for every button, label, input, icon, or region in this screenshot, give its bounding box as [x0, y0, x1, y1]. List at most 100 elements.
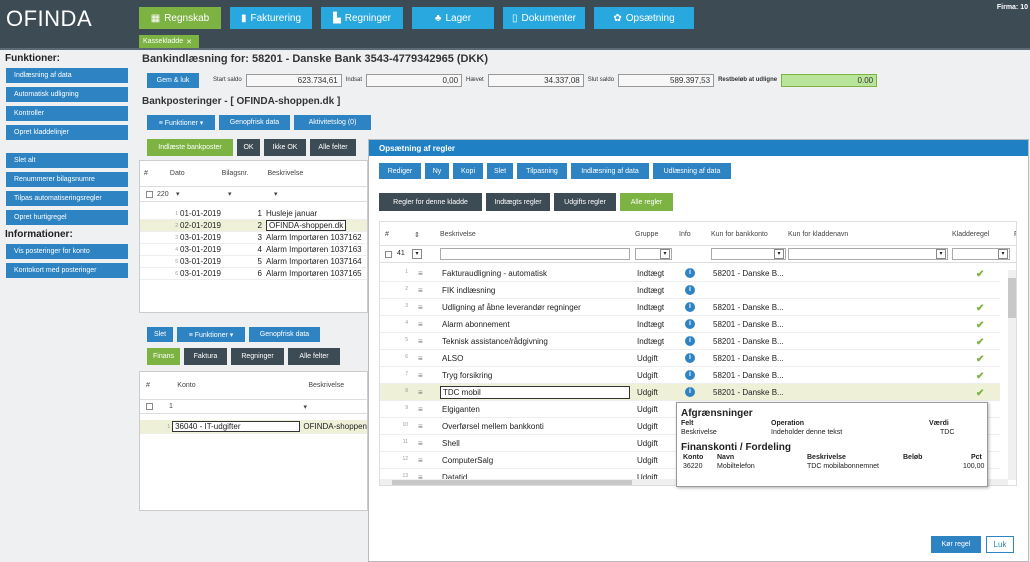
info-icon[interactable]: i: [685, 268, 695, 278]
nav-regnskab[interactable]: ▦ Regnskab: [139, 7, 221, 29]
select-all-checkbox[interactable]: [385, 251, 392, 258]
rule-row[interactable]: 6 ≡ ALSO Udgift i 58201 - Danske B... ✔: [380, 350, 1000, 367]
rule-row[interactable]: 4 ≡ Alarm abonnement Indtægt i 58201 - Danske…: [380, 316, 1000, 333]
tab-indlaeste-bankposter[interactable]: Indlæste bankposter: [147, 139, 233, 156]
info-icon[interactable]: i: [685, 302, 695, 312]
koer-regel-button[interactable]: Kør regel: [931, 536, 981, 553]
tab-regler-kladde[interactable]: Regler for denne kladde: [379, 193, 482, 211]
tab-faktura[interactable]: Faktura: [184, 348, 227, 365]
col-gruppe[interactable]: Gruppe: [635, 231, 658, 238]
scrollbar-thumb[interactable]: [392, 480, 632, 485]
col-kladderegel[interactable]: Kladderegel: [952, 231, 989, 238]
rediger-button[interactable]: Rediger: [379, 163, 421, 179]
rule-row[interactable]: 5 ≡ Teknisk assistance/rådgivning Indtægt i 5…: [380, 333, 1000, 350]
drag-handle-icon[interactable]: ≡: [418, 303, 423, 312]
sort-dropdown[interactable]: ▾: [412, 249, 422, 259]
rule-row[interactable]: 8 ≡ TDC mobil Udgift i 58201 - Danske B... ✔: [380, 384, 1000, 401]
col-dato[interactable]: Dato: [170, 170, 222, 177]
nav-regninger[interactable]: ▙ Regninger: [321, 7, 403, 29]
konto-filter[interactable]: ▾: [185, 403, 315, 411]
sidebar-item-indlaesning[interactable]: Indlæsning af data: [6, 68, 128, 83]
tab-ikke-ok[interactable]: Ikke OK: [264, 139, 306, 156]
gem-luk-button[interactable]: Gem & luk: [147, 72, 199, 88]
select-all-checkbox[interactable]: [146, 403, 153, 410]
col-kun-kladdenavn[interactable]: Kun for kladdenavn: [788, 231, 848, 238]
nav-lager[interactable]: ♣ Lager: [412, 7, 494, 29]
indlaesning-data-button[interactable]: Indlæsning af data: [571, 163, 649, 179]
beskrivelse-filter[interactable]: ▾: [270, 190, 350, 198]
tab-ok[interactable]: OK: [237, 139, 260, 156]
tab-regninger[interactable]: Regninger: [231, 348, 284, 365]
info-icon[interactable]: i: [685, 387, 695, 397]
info-icon[interactable]: i: [685, 353, 695, 363]
sidebar-item-kontroller[interactable]: Kontroller: [6, 106, 128, 121]
select-all-checkbox[interactable]: [146, 190, 153, 198]
sidebar-item-vis-posteringer[interactable]: Vis posteringer for konto: [6, 244, 128, 259]
col-beskrivelse[interactable]: Beskrivelse: [267, 170, 367, 177]
info-icon[interactable]: i: [685, 370, 695, 380]
drag-handle-icon[interactable]: ≡: [418, 269, 423, 278]
lower-funktioner-dropdown[interactable]: ≡ Funktioner ▾: [177, 327, 245, 342]
drag-handle-icon[interactable]: ≡: [418, 286, 423, 295]
luk-button[interactable]: Luk: [986, 536, 1014, 553]
drag-handle-icon[interactable]: ≡: [418, 405, 423, 414]
rule-row[interactable]: 1 ≡ Fakturaudligning - automatisk Indtægt i 5…: [380, 265, 1000, 282]
dato-filter[interactable]: ▾: [172, 190, 224, 198]
sidebar-item-opret-kladdelinjer[interactable]: Opret kladdelinjer: [6, 125, 128, 140]
drag-handle-icon[interactable]: ≡: [418, 371, 423, 380]
drag-handle-icon[interactable]: ≡: [418, 439, 423, 448]
drag-handle-icon[interactable]: ≡: [418, 422, 423, 431]
sidebar-item-renummerer[interactable]: Renummerer bilagsnumre: [6, 172, 128, 187]
app-logo[interactable]: OFINDA: [6, 6, 92, 32]
drag-handle-icon[interactable]: ≡: [418, 320, 423, 329]
slet-rule-button[interactable]: Slet: [487, 163, 513, 179]
kopi-button[interactable]: Kopi: [453, 163, 483, 179]
tab-alle-felter[interactable]: Alle felter: [310, 139, 356, 156]
genopfrisk-button[interactable]: Genopfrisk data: [219, 115, 290, 130]
table-row[interactable]: 3 03-01-2019 3 Alarm Importøren 1037162: [140, 232, 367, 244]
bilag-filter[interactable]: ▾: [224, 190, 270, 198]
col-konto[interactable]: Konto: [177, 382, 308, 389]
col-bilag[interactable]: Bilagsnr.: [222, 170, 268, 177]
drag-handle-icon[interactable]: ≡: [418, 337, 423, 346]
slet-button[interactable]: Slet: [147, 327, 173, 342]
kladdenavn-filter-dropdown[interactable]: ▾: [936, 249, 946, 259]
tilpasning-button[interactable]: Tilpasning: [517, 163, 567, 179]
udlaesning-data-button[interactable]: Udlæsning af data: [653, 163, 731, 179]
sidebar-item-tilpas-regler[interactable]: Tilpas automatiseringsregler: [6, 191, 128, 206]
tab-lower-alle-felter[interactable]: Alle felter: [288, 348, 340, 365]
ny-button[interactable]: Ny: [425, 163, 449, 179]
sidebar-item-kontokort[interactable]: Kontokort med posteringer: [6, 263, 128, 278]
row-konto-edit[interactable]: 36040 - IT-udgifter: [172, 421, 301, 432]
sidebar-item-slet-alt[interactable]: Slet alt: [6, 153, 128, 168]
rule-row[interactable]: 2 ≡ FIK indlæsning Indtægt i: [380, 282, 1000, 299]
kladderegel-filter-dropdown[interactable]: ▾: [998, 249, 1008, 259]
row-besk-edit[interactable]: OFINDA-shoppen.dk: [266, 220, 347, 231]
close-icon[interactable]: ✕: [186, 38, 192, 46]
table-row[interactable]: 4 03-01-2019 4 Alarm Importøren 1037163: [140, 244, 367, 256]
drag-handle-icon[interactable]: ≡: [418, 354, 423, 363]
col-beskrivelse[interactable]: Beskrivelse: [440, 231, 476, 238]
drag-handle-icon[interactable]: ≡: [418, 388, 423, 397]
aktivitetslog-button[interactable]: Aktivitetslog (0): [294, 115, 371, 130]
tab-indtaegts-regler[interactable]: Indtægts regler: [486, 193, 550, 211]
bankkonto-filter-dropdown[interactable]: ▾: [774, 249, 784, 259]
sidebar-item-udligning[interactable]: Automatisk udligning: [6, 87, 128, 102]
table-row[interactable]: 1 36040 - IT-udgifter OFINDA-shoppen: [140, 420, 367, 434]
table-row[interactable]: 5 03-01-2019 5 Alarm Importøren 1037164: [140, 256, 367, 268]
tab-alle-regler[interactable]: Alle regler: [620, 193, 673, 211]
table-row[interactable]: 2 02-01-2019 2 OFINDA-shoppen.dk: [140, 220, 367, 232]
scrollbar-thumb[interactable]: [1008, 278, 1016, 318]
sidebar-item-hurtigregel[interactable]: Opret hurtigregel: [6, 210, 128, 225]
table-row[interactable]: 6 03-01-2019 6 Alarm Importøren 1037165: [140, 268, 367, 280]
beskrivelse-filter[interactable]: [440, 248, 630, 260]
table-row[interactable]: 1 01-01-2019 1 Husleje januar: [140, 208, 367, 220]
info-icon[interactable]: i: [685, 319, 695, 329]
lower-genopfrisk-button[interactable]: Genopfrisk data: [249, 327, 320, 342]
drag-handle-icon[interactable]: ≡: [418, 456, 423, 465]
rule-row[interactable]: 3 ≡ Udligning af åbne leverandør regninger…: [380, 299, 1000, 316]
funktioner-dropdown[interactable]: ≡ Funktioner ▾: [147, 115, 215, 130]
tab-udgifts-regler[interactable]: Udgifts regler: [554, 193, 616, 211]
tab-finans[interactable]: Finans: [147, 348, 180, 365]
tab-kassekladde[interactable]: Kassekladde ✕: [139, 35, 199, 48]
